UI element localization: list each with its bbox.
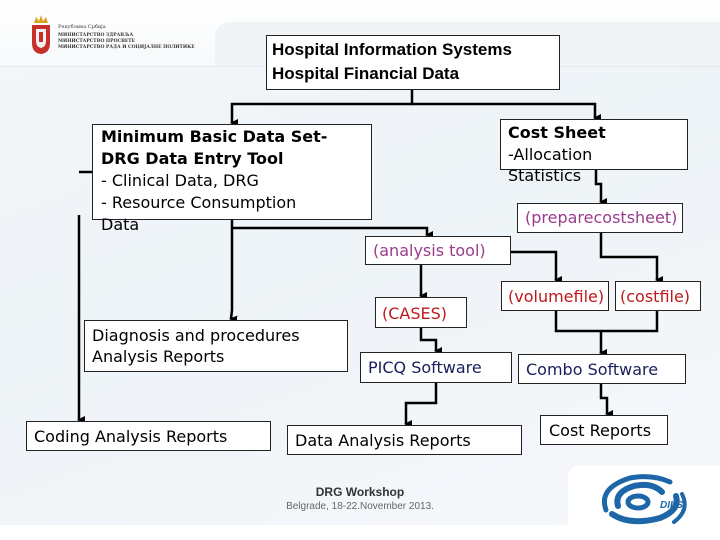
- footer-title: DRG Workshop: [315, 485, 405, 499]
- cost-reports-label: Cost Reports: [549, 421, 652, 440]
- dils-logo-icon: DILS: [602, 474, 687, 525]
- preparecostsheet-label: (preparecostsheet): [525, 208, 678, 227]
- mbds-line-3: - Clinical Data, DRG: [101, 171, 259, 190]
- connector: [404, 383, 438, 428]
- logo-text: DILS: [660, 500, 683, 511]
- mbds-line-4: - Resource Consumption: [101, 193, 297, 212]
- cost-sheet-line-2: -Allocation: [508, 144, 593, 164]
- mbds-line-1: Minimum Basic Data Set-: [101, 127, 328, 146]
- volumefile-box: (volumefile): [501, 281, 609, 311]
- analysis-tool-box: (analysis tool): [365, 236, 511, 265]
- costfile-box: (costfile): [615, 281, 701, 311]
- footer-subtitle: Belgrade, 18-22.November 2013.: [286, 501, 434, 512]
- connector: [419, 328, 442, 355]
- cases-box: (CASES): [375, 297, 467, 328]
- costfile-label: (costfile): [620, 287, 691, 306]
- data-analysis-reports-box: Data Analysis Reports: [287, 425, 522, 455]
- cases-label: (CASES): [382, 304, 448, 323]
- diagnosis-line-1: Diagnosis and procedures: [92, 326, 300, 345]
- mbds-line-5: Data: [101, 215, 140, 234]
- coding-reports-label: Coding Analysis Reports: [34, 427, 228, 446]
- connector: [554, 311, 659, 333]
- connector: [412, 102, 601, 122]
- combo-software-box: Combo Software: [518, 354, 686, 384]
- connector: [599, 233, 663, 284]
- picq-software-box: PICQ Software: [360, 352, 512, 383]
- combo-software-label: Combo Software: [526, 360, 659, 379]
- volumefile-label: (volumefile): [508, 287, 605, 306]
- mbds-line-2: DRG Data Entry Tool: [101, 149, 284, 168]
- coding-reports-box: Coding Analysis Reports: [26, 421, 271, 451]
- cost-sheet-text: Cost Sheet -Allocation Statistics: [508, 122, 606, 187]
- mbds-text: Minimum Basic Data Set- DRG Data Entry T…: [101, 126, 327, 236]
- cost-sheet-line-1: Cost Sheet: [508, 123, 606, 142]
- diagnosis-line-2: Analysis Reports: [92, 347, 225, 366]
- title-line-2: Hospital Financial Data: [272, 64, 460, 83]
- footer: DRG Workshop Belgrade, 18-22.November 20…: [260, 485, 460, 512]
- connector: [230, 90, 414, 127]
- connector: [599, 384, 613, 418]
- data-analysis-reports-label: Data Analysis Reports: [295, 431, 471, 450]
- title-line-1: Hospital Information Systems: [272, 40, 512, 59]
- analysis-tool-label: (analysis tool): [373, 241, 486, 260]
- diagnosis-reports-box: Diagnosis and procedures Analysis Report…: [84, 320, 348, 372]
- picq-software-label: PICQ Software: [368, 358, 482, 377]
- cost-sheet-line-3: Statistics: [508, 166, 582, 185]
- cost-reports-box: Cost Reports: [540, 415, 668, 445]
- hospital-info-systems-box: Hospital Information Systems Hospital Fi…: [266, 35, 560, 90]
- preparecostsheet-box: (preparecostsheet): [517, 203, 683, 233]
